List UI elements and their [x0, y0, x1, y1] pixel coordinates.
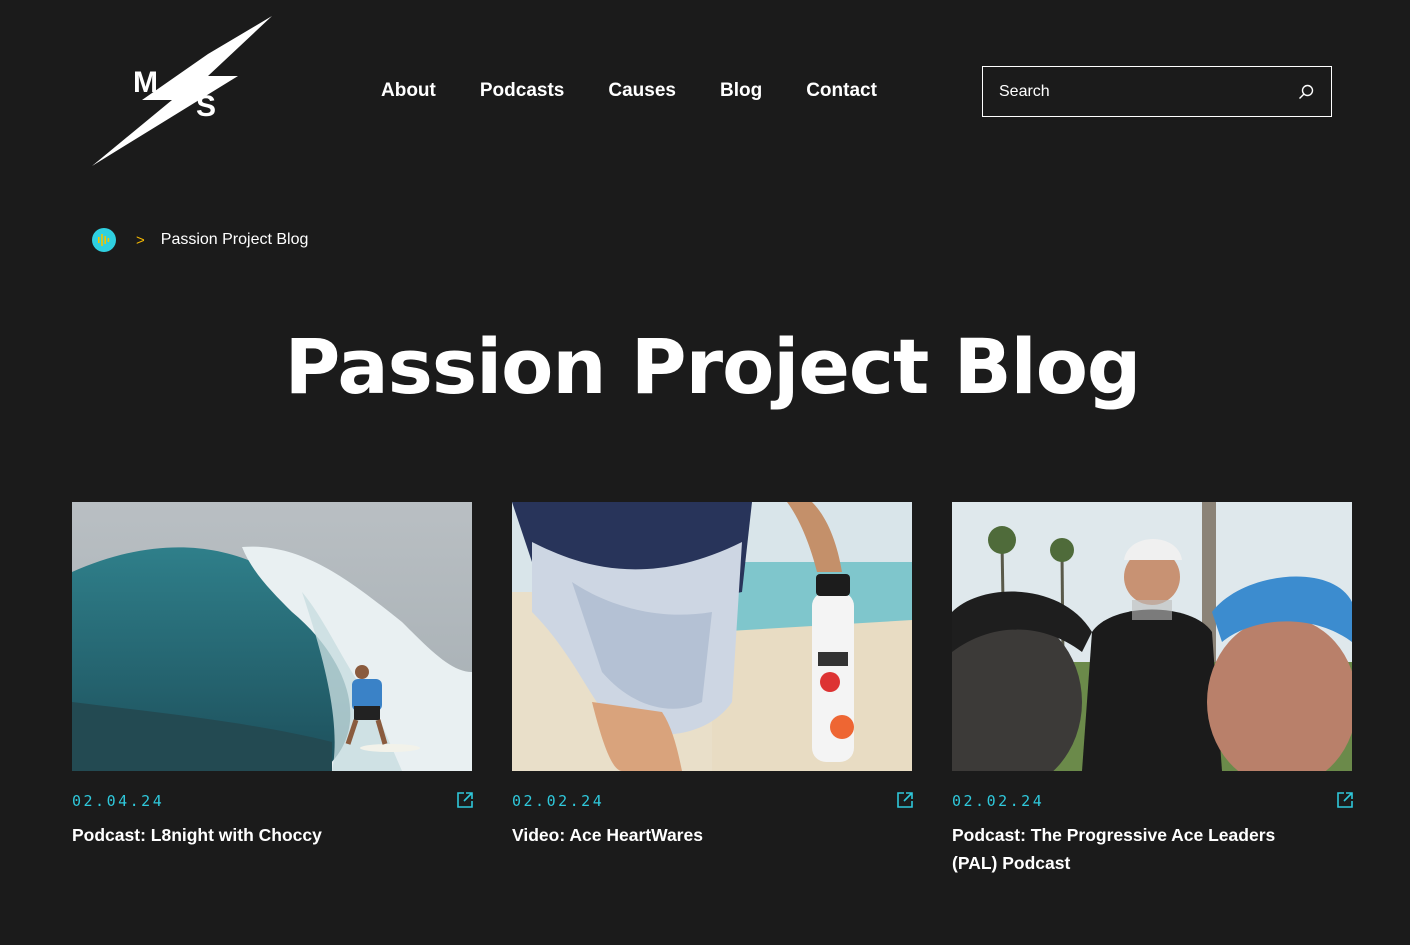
nav-item-contact[interactable]: Contact [806, 78, 877, 104]
post-thumbnail[interactable] [952, 502, 1352, 771]
search-box [982, 66, 1332, 117]
post-card[interactable]: 02.04.24 Podcast: L8night with Choccy [72, 502, 473, 845]
page: M S About Podcasts Causes Blog Contact S… [0, 0, 1410, 945]
post-title[interactable]: Podcast: The Progressive Ace Leaders (PA… [952, 821, 1292, 877]
page-title: Passion Project Blog [284, 322, 1142, 411]
post-title[interactable]: Podcast: L8night with Choccy [72, 821, 412, 849]
logo-letter-s: S [196, 90, 216, 123]
nav-item-causes[interactable]: Causes [608, 78, 676, 104]
post-title[interactable]: Video: Ace HeartWares [512, 821, 852, 849]
post-thumbnail[interactable] [72, 502, 472, 771]
breadcrumb: > Passion Project Blog [92, 228, 308, 252]
post-card[interactable]: 02.02.24 Video: Ace HeartWares [512, 502, 913, 845]
podcast-home-icon[interactable] [92, 228, 116, 252]
main-nav: About Podcasts Causes Blog Contact [381, 78, 921, 104]
nav-item-podcasts[interactable]: Podcasts [480, 78, 564, 104]
nav-item-about[interactable]: About [381, 78, 436, 104]
post-date: 02.02.24 [952, 792, 1045, 810]
breadcrumb-current: Passion Project Blog [160, 231, 309, 248]
breadcrumb-separator: > [136, 231, 145, 249]
post-card[interactable]: 02.02.24 Podcast: The Progressive Ace Le… [952, 502, 1353, 873]
logo-letter-m: M [133, 66, 158, 99]
site-logo[interactable]: M S [88, 14, 278, 170]
post-date: 02.04.24 [72, 792, 165, 810]
nav-item-blog[interactable]: Blog [720, 78, 762, 104]
post-thumbnail[interactable] [512, 502, 912, 771]
search-input[interactable] [999, 82, 1297, 101]
search-icon[interactable] [1297, 83, 1315, 101]
post-date: 02.02.24 [512, 792, 605, 810]
